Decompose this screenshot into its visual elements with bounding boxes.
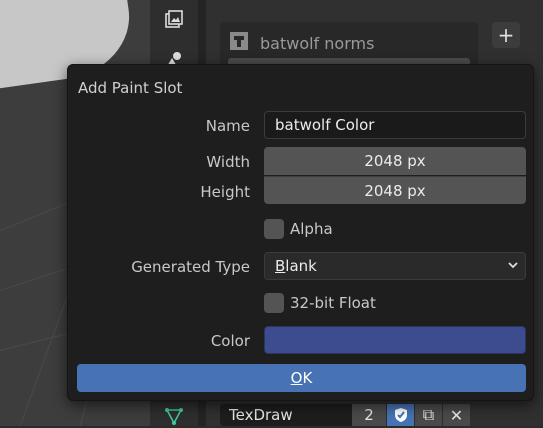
fake-user-shield-icon[interactable] [386,404,414,426]
alpha-checkbox[interactable] [264,219,284,239]
alpha-label: Alpha [290,220,333,238]
generated-type-select[interactable]: Blank [264,252,526,280]
texture-name-field[interactable]: TexDraw [220,404,352,426]
image-texture-icon [228,30,250,56]
texture-image-icon[interactable] [162,8,186,32]
color-label: Color [210,332,250,350]
float-row[interactable]: 32-bit Float [264,293,376,313]
ok-button[interactable]: OK [77,364,526,392]
float-label: 32-bit Float [290,294,376,312]
generated-type-label: Generated Type [131,258,250,276]
close-icon[interactable]: ✕ [442,404,470,426]
name-field[interactable]: batwolf Color [264,111,526,139]
dialog-title: Add Paint Slot [78,79,183,97]
slot-item-label: batwolf norms [260,33,375,53]
new-copy-icon[interactable]: ⧉ [414,404,442,426]
generated-type-value: Blank [275,257,317,275]
name-label: Name [205,117,250,135]
node-tree-icon[interactable] [162,404,186,428]
texture-datablock-row: TexDraw 2 ⧉ ✕ [220,404,470,426]
height-field[interactable]: 2048 px [264,176,526,204]
float-checkbox[interactable] [264,293,284,313]
grid-line [19,294,69,426]
add-slot-button[interactable]: + [492,22,520,48]
width-label: Width [206,153,250,171]
color-swatch[interactable] [264,326,526,354]
users-count[interactable]: 2 [352,404,386,426]
alpha-row[interactable]: Alpha [264,219,333,239]
chevron-down-icon [507,257,519,275]
slot-list-item[interactable]: batwolf norms [228,30,470,56]
add-paint-slot-dialog: Add Paint Slot Name batwolf Color Width … [67,64,534,401]
height-label: Height [200,183,250,201]
width-field[interactable]: 2048 px [264,147,526,175]
